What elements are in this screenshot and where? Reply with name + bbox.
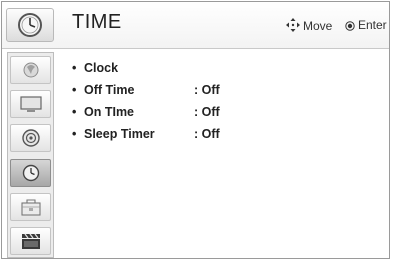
bullet: •: [72, 61, 77, 75]
menu-item-value: : Off: [194, 127, 220, 141]
menu-item-label: On TIme: [84, 105, 135, 119]
page-title: TIME: [72, 11, 122, 33]
enter-button-icon: [345, 21, 355, 31]
sidebar-item-audio[interactable]: [10, 124, 51, 152]
category-sidebar: [7, 52, 54, 258]
enter-hint: Enter: [345, 18, 387, 32]
menu-item-value: : Off: [194, 105, 220, 119]
picture-icon: [23, 62, 39, 78]
sidebar-item-option[interactable]: [10, 227, 51, 255]
sidebar-item-picture[interactable]: [10, 56, 51, 84]
menu-item-label: Sleep Timer: [84, 127, 155, 141]
sidebar-item-screen[interactable]: [10, 90, 51, 118]
bullet: •: [72, 127, 77, 141]
dpad-arrows-icon: [286, 18, 300, 32]
sidebar-item-lock[interactable]: [10, 193, 51, 221]
menu-header: TIME Move Enter: [2, 2, 389, 49]
clock-icon: [6, 8, 54, 42]
enter-hint-label: Enter: [358, 18, 387, 32]
time-menu-window: TIME Move Enter • Clock • Off Time: Off…: [1, 1, 390, 259]
bullet: •: [72, 105, 77, 119]
sidebar-item-time[interactable]: [10, 159, 51, 187]
speaker-icon: [22, 129, 40, 147]
clock-icon: [22, 164, 40, 182]
move-hint: Move: [286, 18, 333, 33]
bullet: •: [72, 83, 77, 97]
move-hint-label: Move: [303, 19, 333, 33]
menu-item-label: Off Time: [84, 83, 135, 97]
lock-box-icon: [21, 199, 41, 216]
clapperboard-icon: [22, 233, 40, 249]
menu-item-value: : Off: [194, 83, 220, 97]
menu-item-label: Clock: [84, 61, 119, 75]
tv-screen-icon: [20, 96, 42, 112]
